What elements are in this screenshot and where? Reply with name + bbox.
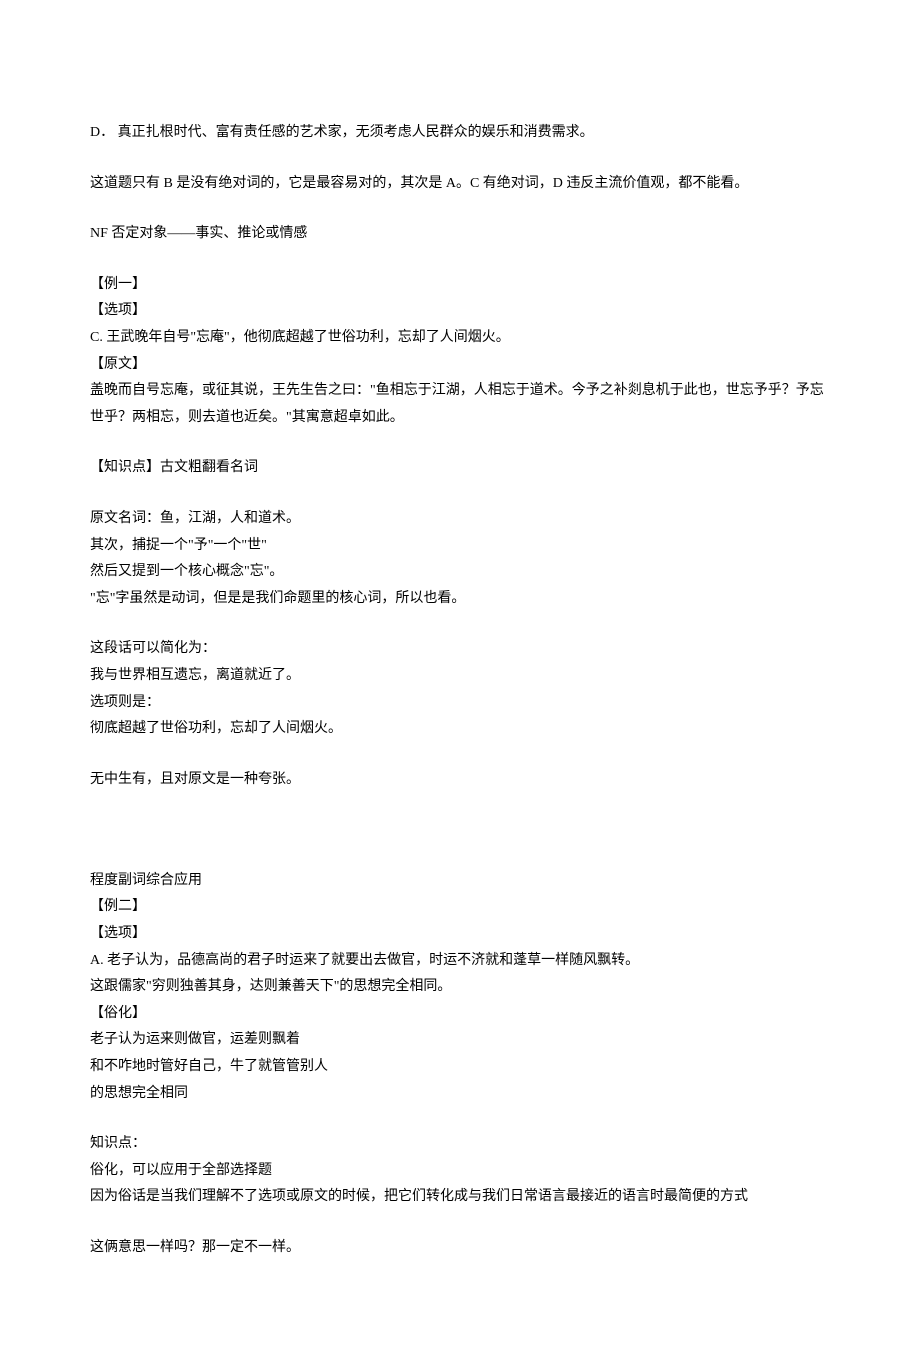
- final-line: 这俩意思一样吗？那一定不一样。: [90, 1235, 830, 1262]
- suhua-line1: 老子认为运来则做官，运差则飘着: [90, 1027, 830, 1054]
- example1-option-c: C. 王武晚年自号"忘庵"，他彻底超越了世俗功利，忘却了人间烟火。: [90, 325, 830, 352]
- example1-original-label: 【原文】: [90, 352, 830, 379]
- example1-title: 【例一】: [90, 272, 830, 299]
- suhua-label: 【俗化】: [90, 1001, 830, 1028]
- nf-heading: NF 否定对象——事实、推论或情感: [90, 221, 830, 248]
- kp2-line1: 俗化，可以应用于全部选择题: [90, 1158, 830, 1185]
- example1-option-label: 【选项】: [90, 298, 830, 325]
- noun-line3: 然后又提到一个核心概念"忘"。: [90, 559, 830, 586]
- simplify-line3: 选项则是：: [90, 690, 830, 717]
- example2-title: 【例二】: [90, 894, 830, 921]
- example2-option-label: 【选项】: [90, 921, 830, 948]
- example2-option-a1: A. 老子认为，品德高尚的君子时运来了就要出去做官，时运不济就和蓬草一样随风飘转…: [90, 948, 830, 975]
- simplify-line4: 彻底超越了世俗功利，忘却了人间烟火。: [90, 716, 830, 743]
- example2-option-a2: 这跟儒家"穷则独善其身，达则兼善天下"的思想完全相同。: [90, 974, 830, 1001]
- suhua-line2: 和不咋地时管好自己，牛了就管管别人: [90, 1054, 830, 1081]
- option-d: D． 真正扎根时代、富有责任感的艺术家，无须考虑人民群众的娱乐和消费需求。: [90, 120, 830, 147]
- simplify-line2: 我与世界相互遗忘，离道就近了。: [90, 663, 830, 690]
- noun-line2: 其次，捕捉一个"予"一个"世": [90, 533, 830, 560]
- kp2-title: 知识点：: [90, 1131, 830, 1158]
- conclusion1: 无中生有，且对原文是一种夸张。: [90, 767, 830, 794]
- adverb-title: 程度副词综合应用: [90, 868, 830, 895]
- example1-original-text: 盖晚而自号忘庵，或征其说，王先生告之曰："鱼相忘于江湖，人相忘于道术。今予之补剡…: [90, 378, 830, 431]
- noun-line4: "忘"字虽然是动词，但是是我们命题里的核心词，所以也看。: [90, 586, 830, 613]
- analysis-text: 这道题只有 B 是没有绝对词的，它是最容易对的，其次是 A。C 有绝对词，D 违…: [90, 171, 830, 198]
- knowledge-point: 【知识点】古文粗翻看名词: [90, 455, 830, 482]
- suhua-line3: 的思想完全相同: [90, 1081, 830, 1108]
- simplify-line1: 这段话可以简化为：: [90, 636, 830, 663]
- kp2-line2: 因为俗话是当我们理解不了选项或原文的时候，把它们转化成与我们日常语言最接近的语言…: [90, 1184, 830, 1211]
- noun-line1: 原文名词：鱼，江湖，人和道术。: [90, 506, 830, 533]
